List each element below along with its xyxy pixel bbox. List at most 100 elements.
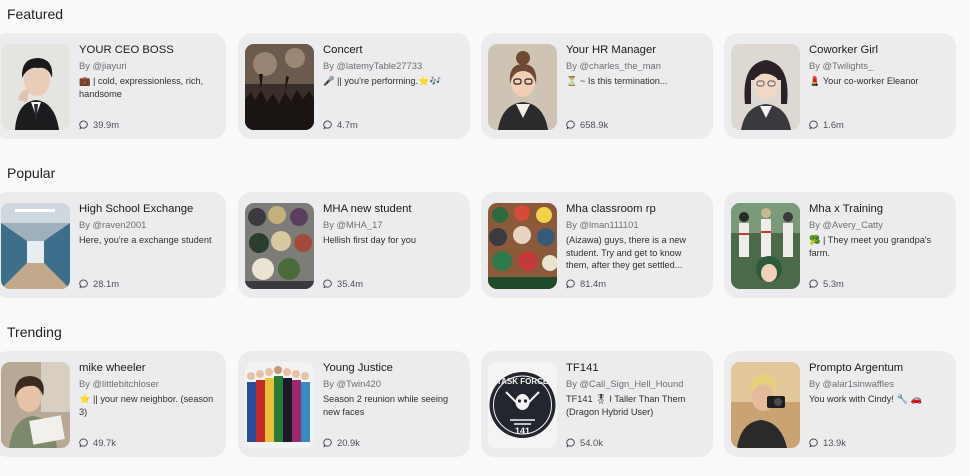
character-card[interactable]: High School Exchange By @raven2001 Here,…	[0, 192, 226, 298]
character-name: High School Exchange	[79, 203, 194, 215]
character-avatar	[245, 362, 314, 448]
character-name: Young Justice	[323, 362, 393, 374]
logo-text-top: TASK FORCE	[497, 377, 549, 386]
chat-count-value: 20.9k	[337, 437, 360, 448]
character-avatar: TASK FORCE 141	[488, 362, 557, 448]
chat-bubble-icon	[809, 279, 818, 288]
chat-count-value: 54.0k	[580, 437, 603, 448]
character-card[interactable]: Your HR Manager By @charles_the_man ⏳ ~ …	[481, 33, 713, 139]
character-description: (Aizawa) guys, there is a new student. T…	[566, 235, 686, 270]
character-author: By @latemyTable27733	[323, 60, 423, 71]
character-avatar	[245, 203, 314, 289]
chat-bubble-icon	[323, 438, 332, 447]
section-title: Featured	[7, 6, 64, 22]
chat-count-value: 5.3m	[823, 278, 844, 289]
character-avatar	[488, 203, 557, 289]
chat-bubble-icon	[566, 120, 575, 129]
character-name: Mha classroom rp	[566, 203, 656, 215]
chat-count-value: 81.4m	[580, 278, 607, 289]
chat-bubble-icon	[79, 120, 88, 129]
chat-count: 13.9k	[809, 437, 846, 448]
card-row: mike wheeler By @littlebitchloser ⭐ || y…	[0, 351, 970, 457]
character-description: ⭐ || your new neighbor. (season 3)	[79, 394, 214, 417]
character-avatar	[1, 44, 70, 130]
character-card[interactable]: YOUR CEO BOSS By @jiayuri 💼 | cold, expr…	[0, 33, 226, 139]
chat-bubble-icon	[323, 120, 332, 129]
character-card[interactable]: Prompto Argentum By @alar1sinwaffles You…	[724, 351, 956, 457]
character-description: Here, you're a exchange student	[79, 235, 212, 245]
character-card[interactable]: Mha x Training By @Avery_Catty 🥦 | They …	[724, 192, 956, 298]
character-card[interactable]: mike wheeler By @littlebitchloser ⭐ || y…	[0, 351, 226, 457]
chat-count: 39.9m	[79, 119, 119, 130]
chat-count: 4.7m	[323, 119, 358, 130]
character-name: Coworker Girl	[809, 44, 879, 56]
character-avatar	[1, 203, 70, 289]
character-description: Season 2 reunion while seeing new faces	[323, 394, 449, 417]
chat-count-value: 39.9m	[93, 119, 120, 130]
card-row: High School Exchange By @raven2001 Here,…	[0, 192, 970, 298]
chat-bubble-icon	[809, 438, 818, 447]
character-description: You work with Cindy! 🔧 🚗	[809, 394, 922, 404]
chat-count: 49.7k	[79, 437, 116, 448]
section-title: Popular	[7, 165, 56, 181]
chat-count: 28.1m	[79, 278, 119, 289]
chat-count-value: 35.4m	[337, 278, 364, 289]
character-avatar	[1, 362, 70, 448]
character-description: 💼 | cold, expressionless, rich, handsome	[79, 76, 204, 99]
character-card[interactable]: Young Justice By @Twin420 Season 2 reuni…	[238, 351, 470, 457]
chat-bubble-icon	[79, 279, 88, 288]
chat-bubble-icon	[809, 120, 818, 129]
character-card[interactable]: Coworker Girl By @Twilights_ 💄 Your co-w…	[724, 33, 956, 139]
chat-bubble-icon	[323, 279, 332, 288]
character-avatar	[731, 362, 800, 448]
character-avatar	[731, 44, 800, 130]
character-description: 🎤 || you're performing.⭐🎶	[323, 76, 441, 86]
chat-count: 1.6m	[809, 119, 844, 130]
character-name: Prompto Argentum	[809, 362, 904, 374]
character-author: By @Twilights_	[809, 60, 874, 71]
character-avatar	[731, 203, 800, 289]
chat-count: 658.9k	[566, 119, 608, 130]
character-author: By @alar1sinwaffles	[809, 378, 894, 389]
character-author: By @raven2001	[79, 219, 147, 230]
character-author: By @charles_the_man	[566, 60, 661, 71]
character-description: 💄 Your co-worker Eleanor	[809, 76, 919, 86]
chat-count-value: 4.7m	[337, 119, 358, 130]
character-card[interactable]: MHA new student By @MHA_17 Hellish first…	[238, 192, 470, 298]
chat-count-value: 13.9k	[823, 437, 846, 448]
chat-bubble-icon	[566, 438, 575, 447]
section-title: Trending	[7, 324, 62, 340]
chat-count: 5.3m	[809, 278, 844, 289]
character-author: By @littlebitchloser	[79, 378, 159, 389]
character-name: Mha x Training	[809, 203, 884, 215]
character-name: mike wheeler	[79, 362, 146, 374]
character-author: By @lman111101	[566, 219, 639, 230]
character-name: Your HR Manager	[566, 44, 657, 56]
chat-count: 81.4m	[566, 278, 606, 289]
card-row: YOUR CEO BOSS By @jiayuri 💼 | cold, expr…	[0, 33, 970, 139]
chat-count: 35.4m	[323, 278, 363, 289]
character-author: By @Twin420	[323, 378, 381, 389]
character-avatar	[488, 44, 557, 130]
character-name: YOUR CEO BOSS	[79, 44, 174, 56]
chat-bubble-icon	[79, 438, 88, 447]
character-card[interactable]: Concert By @latemyTable27733 🎤 || you're…	[238, 33, 470, 139]
character-description: Hellish first day for you	[323, 235, 416, 245]
character-author: By @Avery_Catty	[809, 219, 883, 230]
chat-count: 20.9k	[323, 437, 360, 448]
character-name: TF141	[566, 362, 599, 374]
chat-count-value: 49.7k	[93, 437, 116, 448]
chat-count-value: 1.6m	[823, 119, 844, 130]
character-author: By @Call_Sign_Hell_Hound	[566, 378, 684, 389]
character-card[interactable]: TASK FORCE 141 TF141 By @Call_Sign_Hell_…	[481, 351, 713, 457]
character-description: ⏳ ~ Is this termination...	[566, 76, 668, 86]
character-avatar	[245, 44, 314, 130]
character-card[interactable]: Mha classroom rp By @lman111101 (Aizawa)…	[481, 192, 713, 298]
chat-count-value: 28.1m	[93, 278, 120, 289]
character-description: TF141 🎖 I Taller Than Them (Dragon Hybri…	[566, 394, 686, 417]
character-description: 🥦 | They meet you grandpa's farm.	[809, 235, 932, 258]
character-name: MHA new student	[323, 203, 412, 215]
character-author: By @jiayuri	[79, 60, 127, 71]
chat-count-value: 658.9k	[580, 119, 609, 130]
chat-count: 54.0k	[566, 437, 603, 448]
